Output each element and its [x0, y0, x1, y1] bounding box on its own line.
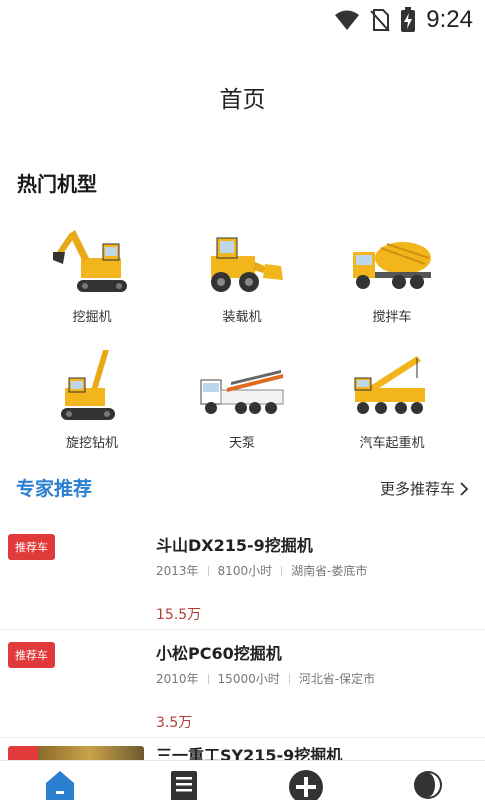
listing-year: 2010年: [156, 672, 199, 686]
page-title: 首页: [219, 87, 266, 113]
tab-list[interactable]: [164, 769, 204, 800]
profile-icon: [414, 771, 442, 799]
listing-thumbnail: [8, 746, 144, 760]
meta-divider: [207, 673, 209, 684]
listing-title: 三一重工SY215-9挖掘机: [156, 746, 343, 760]
model-item-excavator[interactable]: 挖掘机: [22, 222, 162, 325]
chevron-right-icon: [460, 481, 469, 496]
listing-title: 小松PC60挖掘机: [156, 644, 282, 663]
status-time: 9:24: [426, 6, 473, 33]
listing-title: 斗山DX215-9挖掘机: [156, 536, 313, 555]
rotary-drill-icon: [47, 348, 137, 428]
listing-meta: 2013年 8100小时 湖南省-娄底市: [156, 562, 367, 579]
listing-location: 河北省-保定市: [298, 672, 376, 686]
expert-recommend-title: 专家推荐: [16, 478, 93, 500]
recommend-badge: 推荐车: [8, 642, 55, 668]
more-recommend-link[interactable]: 更多推荐车: [380, 478, 469, 499]
mixer-truck-icon: [347, 222, 437, 302]
listing-meta: 2010年 15000小时 河北省-保定市: [156, 670, 375, 687]
excavator-icon: [47, 222, 137, 302]
listing-hours: 8100小时: [217, 564, 273, 578]
model-item-mixer[interactable]: 搅拌车: [322, 222, 462, 325]
meta-divider: [281, 565, 283, 576]
model-label: 天泵: [228, 436, 255, 451]
list-icon: [171, 771, 197, 800]
truck-crane-icon: [347, 348, 437, 428]
listing-card[interactable]: 推荐车 小松PC60挖掘机 2010年 15000小时 河北省-保定市 3.5万: [0, 630, 485, 738]
model-label: 挖掘机: [72, 310, 112, 325]
loader-icon: [197, 222, 287, 302]
pump-truck-icon: [197, 348, 287, 428]
no-sim-icon: [370, 9, 391, 32]
model-label: 搅拌车: [372, 310, 412, 325]
listing-price: 3.5万: [156, 715, 193, 731]
wifi-icon: [335, 10, 360, 30]
listing-location: 湖南省-娄底市: [291, 564, 368, 578]
tab-publish[interactable]: [286, 769, 326, 800]
listing-card[interactable]: 三一重工SY215-9挖掘机: [0, 740, 485, 760]
model-item-pump-truck[interactable]: 天泵: [172, 348, 312, 451]
model-label: 汽车起重机: [359, 436, 425, 451]
model-label: 旋挖钻机: [65, 436, 118, 451]
hot-models-title: 热门机型: [17, 172, 97, 196]
tab-home[interactable]: [40, 769, 80, 800]
expert-recommend-header: 专家推荐 更多推荐车: [0, 474, 485, 504]
tab-profile[interactable]: [408, 769, 448, 800]
meta-divider: [207, 565, 209, 576]
model-item-rotary-drill[interactable]: 旋挖钻机: [22, 348, 162, 451]
add-icon: [289, 770, 323, 800]
listing-price: 15.5万: [156, 607, 202, 623]
home-icon: [46, 771, 74, 800]
listing-hours: 15000小时: [217, 672, 280, 686]
listing-year: 2013年: [156, 564, 199, 578]
meta-divider: [288, 673, 290, 684]
recommend-badge: 推荐车: [8, 534, 55, 560]
listing-card[interactable]: 推荐车 斗山DX215-9挖掘机 2013年 8100小时 湖南省-娄底市 15…: [0, 522, 485, 630]
model-item-loader[interactable]: 装载机: [172, 222, 312, 325]
status-bar: 9:24: [0, 0, 485, 40]
model-label: 装载机: [222, 310, 262, 325]
model-item-truck-crane[interactable]: 汽车起重机: [322, 348, 462, 451]
bottom-tab-bar: [0, 760, 485, 800]
more-recommend-label: 更多推荐车: [379, 480, 455, 498]
battery-charging-icon: [401, 7, 416, 32]
